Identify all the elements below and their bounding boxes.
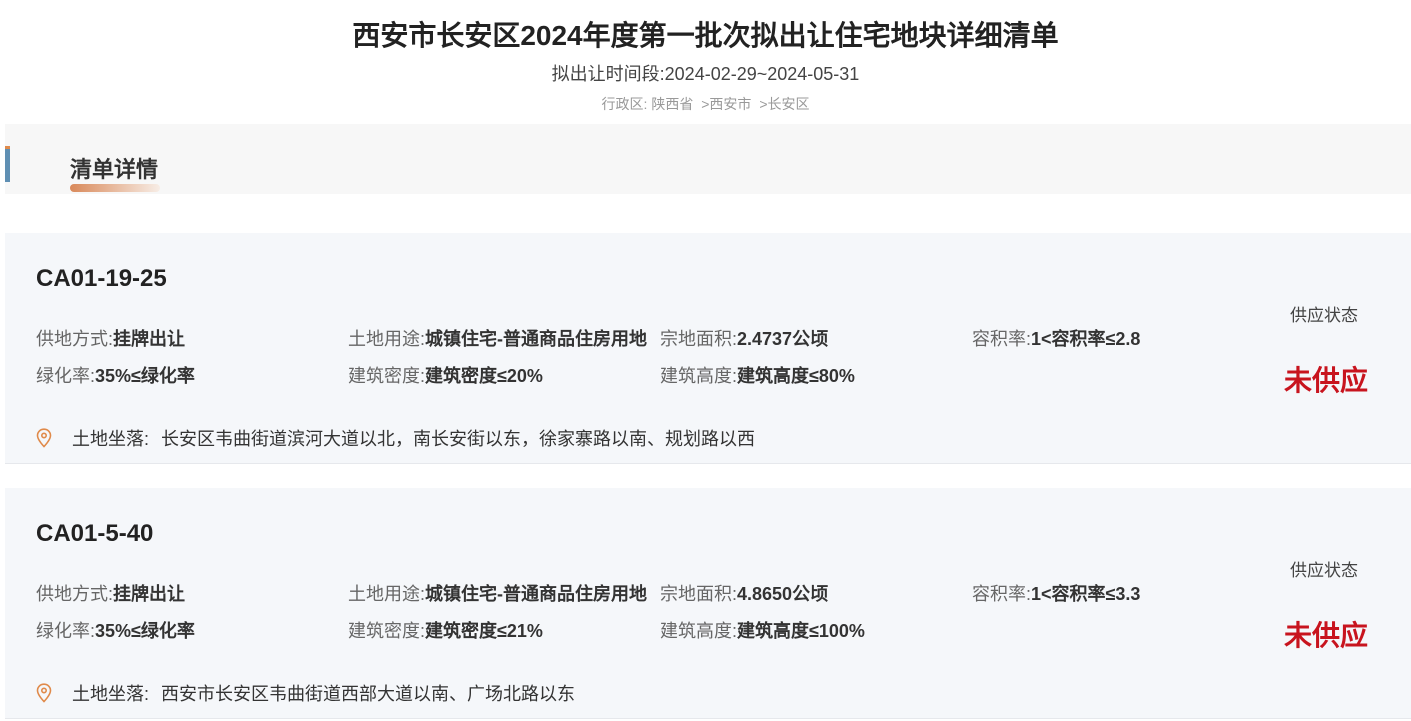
location-row: 土地坐落: 西安市长安区韦曲街道西部大道以南、广场北路以东 [36,680,575,706]
location-label: 土地坐落: [72,429,150,449]
plot-ratio-field: 容积率:1<容积率≤2.8 [972,325,1140,351]
green-rate-label: 绿化率: [36,621,96,641]
supply-method-value: 挂牌出让 [113,584,186,604]
land-use-label: 土地用途: [348,329,426,349]
building-density-value: 建筑密度≤20% [425,366,543,386]
supply-method-value: 挂牌出让 [113,329,186,349]
map-pin-icon [36,683,52,703]
parcel-code: CA01-19-25 [36,265,167,292]
land-use-field: 土地用途:城镇住宅-普通商品住房用地 [348,325,647,351]
parcel-area-value: 2.4737公顷 [737,329,829,349]
location-value: 长安区韦曲街道滨河大道以北，南长安街以东，徐家寨路以南、规划路以西 [161,429,756,449]
building-density-field: 建筑密度:建筑密度≤21% [348,617,543,643]
building-height-value: 建筑高度≤80% [737,366,855,386]
green-rate-value: 35%≤绿化率 [95,366,195,386]
status-badge: 未供应 [1284,620,1369,651]
breadcrumb-label: 行政区: [601,96,648,112]
status-label: 供应状态 [1290,306,1358,325]
offer-period: 拟出让时间段:2024-02-29~2024-05-31 [551,64,860,84]
breadcrumb-district[interactable]: >长安区 [759,96,809,112]
breadcrumb-province[interactable]: 陕西省 [651,96,693,112]
land-use-label: 土地用途: [348,584,426,604]
building-height-label: 建筑高度: [660,366,738,386]
parcel-card[interactable]: CA01-19-25 供地方式:挂牌出让 土地用途:城镇住宅-普通商品住房用地 … [5,233,1411,464]
parcel-area-field: 宗地面积:2.4737公顷 [660,325,828,351]
parcel-area-value: 4.8650公顷 [737,584,829,604]
green-rate-field: 绿化率:35%≤绿化率 [36,362,195,388]
status-label: 供应状态 [1290,561,1358,580]
section-header: 清单详情 [5,124,1411,194]
plot-ratio-field: 容积率:1<容积率≤3.3 [972,580,1140,606]
location-label: 土地坐落: [72,684,150,704]
building-height-field: 建筑高度:建筑高度≤80% [660,362,855,388]
page-title: 西安市长安区2024年度第一批次拟出让住宅地块详细清单 [352,20,1059,51]
supply-method-field: 供地方式:挂牌出让 [36,325,185,351]
building-height-label: 建筑高度: [660,621,738,641]
building-density-label: 建筑密度: [348,621,426,641]
parcel-area-label: 宗地面积: [660,329,738,349]
section-accent-bar [5,146,10,182]
plot-ratio-value: 1<容积率≤3.3 [1031,584,1141,604]
breadcrumb: 行政区: 陕西省 >西安市 >长安区 [0,94,1411,114]
parcel-area-label: 宗地面积: [660,584,738,604]
supply-method-label: 供地方式: [36,329,114,349]
plot-ratio-label: 容积率: [972,329,1032,349]
green-rate-field: 绿化率:35%≤绿化率 [36,617,195,643]
location-row: 土地坐落: 长安区韦曲街道滨河大道以北，南长安街以东，徐家寨路以南、规划路以西 [36,425,755,451]
parcel-card[interactable]: CA01-5-40 供地方式:挂牌出让 土地用途:城镇住宅-普通商品住房用地 宗… [5,488,1411,719]
map-pin-icon [36,428,52,448]
building-density-value: 建筑密度≤21% [425,621,543,641]
location-value: 西安市长安区韦曲街道西部大道以南、广场北路以东 [161,684,576,704]
green-rate-value: 35%≤绿化率 [95,621,195,641]
building-density-field: 建筑密度:建筑密度≤20% [348,362,543,388]
parcel-code: CA01-5-40 [36,520,154,547]
parcel-area-field: 宗地面积:4.8650公顷 [660,580,828,606]
breadcrumb-city[interactable]: >西安市 [701,96,751,112]
land-use-value: 城镇住宅-普通商品住房用地 [425,584,648,604]
land-use-value: 城镇住宅-普通商品住房用地 [425,329,648,349]
section-title: 清单详情 [70,157,159,182]
building-density-label: 建筑密度: [348,366,426,386]
building-height-value: 建筑高度≤100% [737,621,865,641]
land-use-field: 土地用途:城镇住宅-普通商品住房用地 [348,580,647,606]
status-badge: 未供应 [1284,365,1369,396]
plot-ratio-value: 1<容积率≤2.8 [1031,329,1141,349]
supply-method-label: 供地方式: [36,584,114,604]
plot-ratio-label: 容积率: [972,584,1032,604]
building-height-field: 建筑高度:建筑高度≤100% [660,617,865,643]
green-rate-label: 绿化率: [36,366,96,386]
section-underline [70,184,160,192]
supply-method-field: 供地方式:挂牌出让 [36,580,185,606]
